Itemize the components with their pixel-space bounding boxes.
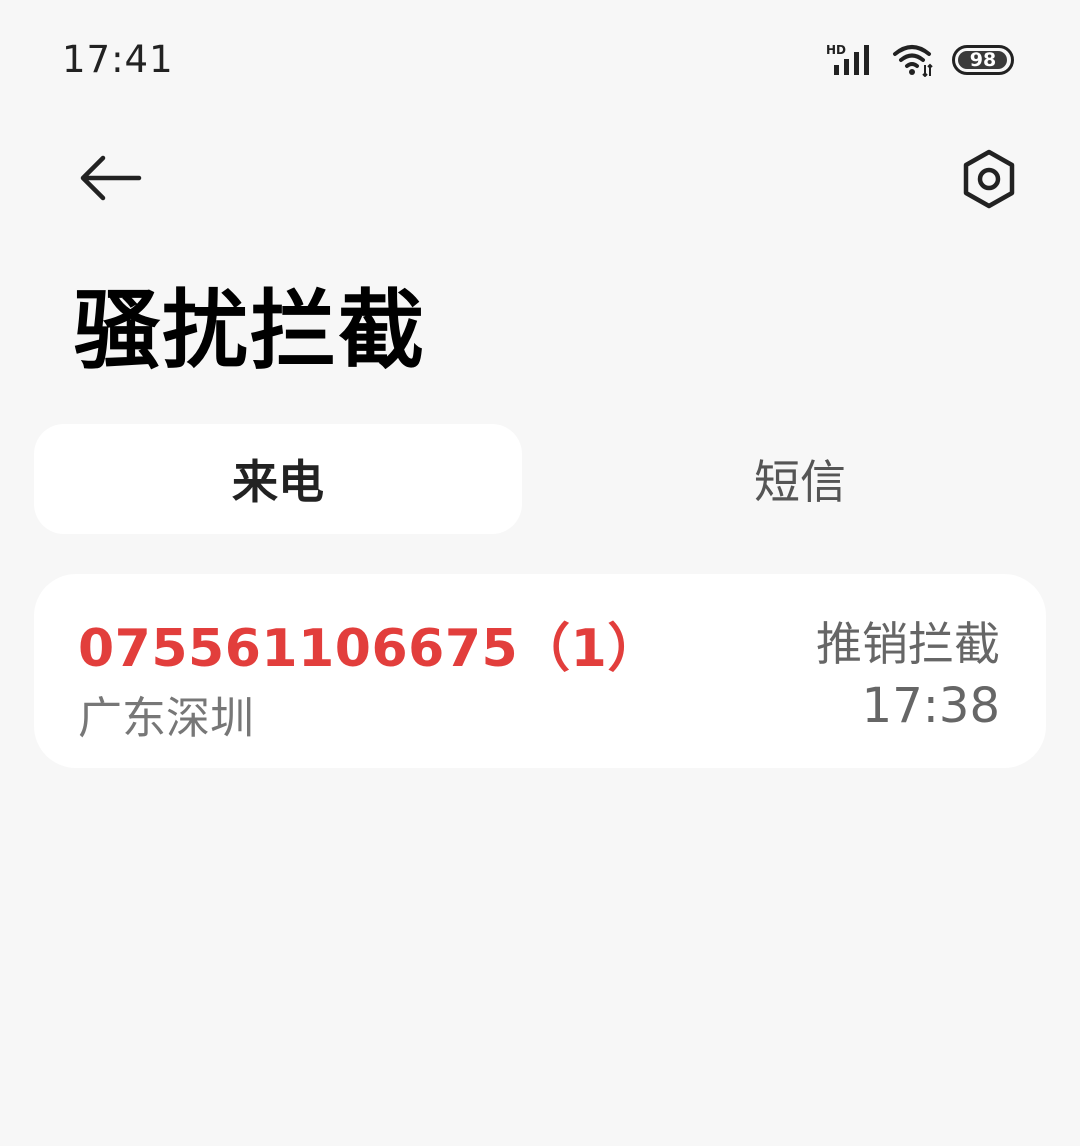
battery-icon: 98 — [952, 45, 1014, 75]
tab-calls[interactable]: 来电 — [34, 424, 522, 534]
wifi-icon — [892, 43, 934, 78]
arrow-left-icon — [77, 153, 143, 207]
block-reason-tag: 推销拦截 — [816, 617, 1000, 671]
svg-text:HD: HD — [826, 43, 846, 57]
hexagon-gear-icon — [959, 148, 1019, 214]
status-icons: HD 98 — [826, 40, 1014, 80]
caller-number: 075561106675（1） — [78, 619, 660, 679]
caller-location: 广东深圳 — [78, 693, 254, 744]
tab-messages[interactable]: 短信 — [556, 424, 1044, 534]
tab-bar: 来电 短信 — [34, 424, 1046, 534]
hd-signal-icon: HD — [826, 43, 874, 77]
status-bar: 17:41 HD 98 — [0, 0, 1080, 120]
back-button[interactable] — [74, 150, 146, 210]
call-time: 17:38 — [861, 678, 1000, 734]
page-title: 骚扰拦截 — [74, 281, 426, 381]
settings-button[interactable] — [954, 148, 1024, 214]
status-time: 17:41 — [62, 38, 174, 81]
battery-level: 98 — [969, 49, 997, 71]
blocked-call-item[interactable]: 075561106675（1） 广东深圳 推销拦截 17:38 — [34, 574, 1046, 768]
